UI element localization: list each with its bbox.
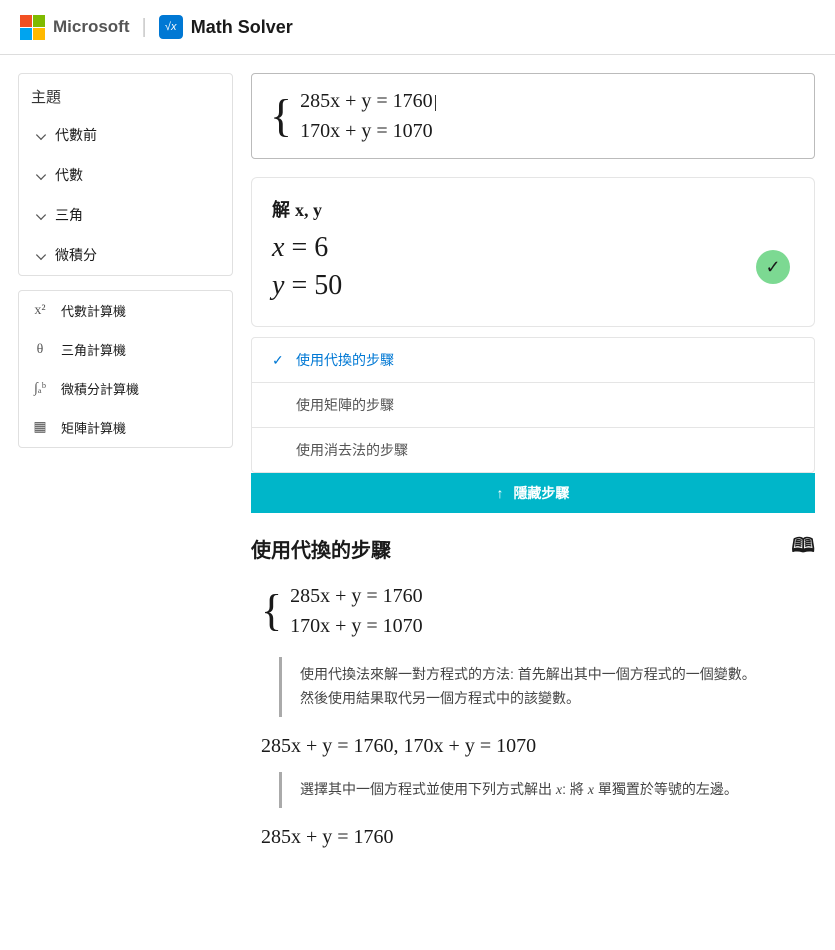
calc-trig[interactable]: θ 三角計算機 bbox=[19, 330, 232, 369]
method-label: 使用消去法的步驟 bbox=[296, 440, 408, 460]
chevron-down-icon bbox=[36, 250, 46, 260]
brand-name: Microsoft bbox=[53, 17, 130, 37]
method-label: 使用矩陣的步驟 bbox=[296, 395, 394, 415]
topic-algebra[interactable]: 代數 bbox=[19, 155, 232, 195]
check-badge: ✓ bbox=[756, 250, 790, 284]
step-equation-joined: 285x + y = 1760, 170x + y = 1070 bbox=[261, 735, 815, 758]
calc-matrix[interactable]: ▦ 矩陣計算機 bbox=[19, 408, 232, 447]
input-line-2: 170x + y = 1070 bbox=[300, 120, 433, 142]
input-line-1: 285x + y = 1760 bbox=[300, 90, 433, 112]
solve-heading: 解 x, y bbox=[272, 196, 794, 222]
topic-trig[interactable]: 三角 bbox=[19, 195, 232, 235]
calculators-card: x² 代數計算機 θ 三角計算機 ∫ₐᵇ 微積分計算機 ▦ 矩陣計算機 bbox=[18, 290, 233, 448]
method-list: ✓ 使用代換的步驟 使用矩陣的步驟 使用消去法的步驟 bbox=[251, 337, 815, 473]
calc-label: 代數計算機 bbox=[61, 301, 126, 320]
calculus-calc-icon: ∫ₐᵇ bbox=[31, 381, 49, 397]
steps-title: 使用代換的步驟 bbox=[251, 534, 391, 563]
trig-calc-icon: θ bbox=[31, 342, 49, 358]
divider: | bbox=[142, 16, 147, 39]
method-substitution[interactable]: ✓ 使用代換的步驟 bbox=[252, 338, 814, 383]
matrix-calc-icon: ▦ bbox=[31, 419, 49, 436]
algebra-calc-icon: x² bbox=[31, 303, 49, 319]
calc-label: 三角計算機 bbox=[61, 340, 126, 359]
main-content: { 285x + y = 1760 170x + y = 1070 解 x, y… bbox=[251, 73, 835, 859]
calc-label: 微積分計算機 bbox=[61, 379, 139, 398]
book-icon[interactable]: 🕮 bbox=[791, 531, 815, 565]
brace-icon: { bbox=[270, 98, 292, 135]
sidebar: 主題 代數前 代數 三角 微積分 x² 代數計算機 bbox=[18, 73, 233, 859]
step-explanation-2: 選擇其中一個方程式並使用下列方式解出 x: 將 x 單獨置於等號的左邊。 bbox=[279, 772, 815, 809]
chevron-down-icon bbox=[36, 210, 46, 220]
eq-line: 170x + y = 1070 bbox=[290, 611, 423, 641]
text-cursor bbox=[435, 95, 436, 111]
topics-card: 主題 代數前 代數 三角 微積分 bbox=[18, 73, 233, 276]
topic-prealgebra[interactable]: 代數前 bbox=[19, 115, 232, 155]
topic-calculus[interactable]: 微積分 bbox=[19, 235, 232, 275]
topics-heading: 主題 bbox=[19, 74, 232, 115]
calc-calculus[interactable]: ∫ₐᵇ 微積分計算機 bbox=[19, 369, 232, 408]
arrow-up-icon: ↑ bbox=[497, 485, 504, 501]
app-title: Math Solver bbox=[191, 17, 293, 38]
calc-label: 矩陣計算機 bbox=[61, 418, 126, 437]
result-x: x = 6 bbox=[272, 232, 794, 264]
result-card: 解 x, y x = 6 y = 50 ✓ bbox=[251, 177, 815, 327]
step-system: { 285x + y = 1760 170x + y = 1070 bbox=[261, 581, 815, 641]
method-elimination[interactable]: 使用消去法的步驟 bbox=[252, 428, 814, 472]
method-label: 使用代換的步驟 bbox=[296, 350, 394, 370]
steps-title-row: 使用代換的步驟 🕮 bbox=[251, 531, 815, 565]
result-y: y = 50 bbox=[272, 270, 794, 302]
calc-algebra[interactable]: x² 代數計算機 bbox=[19, 291, 232, 330]
check-icon: ✓ bbox=[272, 352, 286, 369]
topic-label: 代數 bbox=[55, 165, 83, 185]
chevron-down-icon bbox=[36, 170, 46, 180]
eq-line: 285x + y = 1760 bbox=[290, 581, 423, 611]
app-header: Microsoft | √x Math Solver bbox=[0, 0, 835, 55]
topic-label: 代數前 bbox=[55, 125, 97, 145]
hide-steps-label: 隱藏步驟 bbox=[513, 485, 569, 501]
microsoft-logo-icon bbox=[20, 15, 45, 40]
topic-label: 三角 bbox=[55, 205, 83, 225]
step-equation-single: 285x + y = 1760 bbox=[261, 826, 815, 849]
solver-icon: √x bbox=[159, 15, 183, 39]
equation-input[interactable]: { 285x + y = 1760 170x + y = 1070 bbox=[251, 73, 815, 159]
hide-steps-button[interactable]: ↑ 隱藏步驟 bbox=[251, 473, 815, 513]
topic-label: 微積分 bbox=[55, 245, 97, 265]
chevron-down-icon bbox=[36, 130, 46, 140]
step-explanation-1: 使用代換法來解一對方程式的方法: 首先解出其中一個方程式的一個變數。 然後使用結… bbox=[279, 657, 815, 717]
brace-icon: { bbox=[261, 593, 282, 628]
check-icon: ✓ bbox=[765, 257, 780, 278]
method-matrix[interactable]: 使用矩陣的步驟 bbox=[252, 383, 814, 428]
